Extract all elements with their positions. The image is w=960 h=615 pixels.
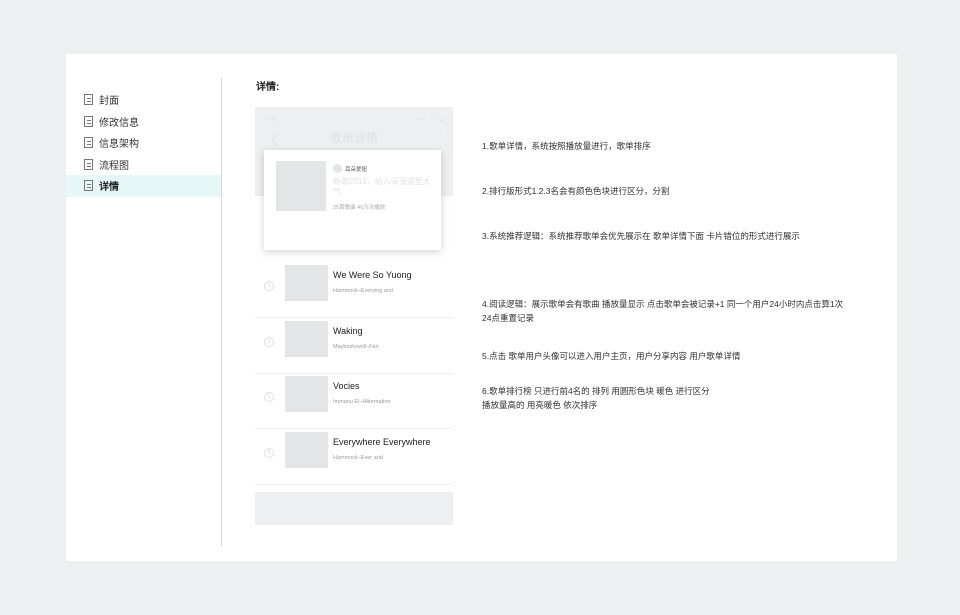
sidebar-item-label: 封面 [99, 96, 119, 108]
song-row[interactable]: 3 Vocies Immanu El–Hibernation [255, 374, 453, 429]
status-icons: ▪▪▪ ◠ ▬ [417, 117, 445, 123]
song-artist: Immanu El–Hibernation [333, 399, 391, 405]
note-line: 1.歌单详情，系统按照播放量进行，歌单排序 [482, 141, 651, 151]
song-cover [285, 265, 328, 301]
document-icon [84, 137, 93, 149]
phone-title: 歌单详情 [329, 131, 378, 145]
song-name: Waking [333, 326, 363, 336]
note-item: 3.系统推荐逻辑：系统推荐歌单会优先展示在 歌单详情下面 卡片错位的形式进行展示 [482, 230, 882, 244]
sidebar-item-label: 信息架构 [99, 139, 139, 151]
note-item: 4.阅读逻辑：展示歌单会有歌曲 播放量显示 点击歌单会被记录+1 同一个用户24… [482, 298, 882, 325]
note-line: 4.阅读逻辑：展示歌单会有歌曲 播放量显示 点击歌单会被记录+1 同一个用户24… [482, 299, 844, 309]
playlist-description: 新歌2019，给入深漫浪里大气 [333, 177, 431, 196]
rank-badge: 2 [264, 337, 274, 347]
song-name: Everywhere Everywhere [333, 437, 431, 447]
song-row[interactable]: 2 Waking Maybeshewill–Fair [255, 319, 453, 374]
playlist-cover [276, 161, 326, 211]
song-cover [285, 376, 328, 412]
sidebar-item-label: 流程图 [99, 160, 129, 172]
song-artist: Hammock–Ever and [333, 455, 383, 461]
song-row[interactable]: 4 Everywhere Everywhere Hammock–Ever and [255, 430, 453, 485]
note-item: 2.排行版形式1.2.3名会有颜色色块进行区分，分割 [482, 185, 882, 199]
note-item: 5.点击 歌单用户头像可以进入用户主页，用户分享内容 用户歌单详情 [482, 350, 882, 364]
phone-footer-placeholder [255, 492, 453, 525]
sidebar-item-flowchart[interactable]: 流程图 [66, 154, 221, 176]
document-icon [84, 180, 93, 192]
song-artist: Maybeshewill–Fair [333, 344, 379, 350]
playlist-stats: 25首歌曲 46万次播放 [333, 205, 386, 211]
rank-badge: 4 [264, 448, 274, 458]
sidebar-item-label: 修改信息 [99, 117, 139, 129]
document-icon [84, 158, 93, 170]
sidebar-item-cover[interactable]: 封面 [66, 89, 221, 111]
sidebar-item-label: 详情 [99, 182, 119, 194]
song-cover [285, 321, 328, 357]
sidebar-divider [221, 78, 222, 546]
song-cover [285, 432, 328, 468]
section-title: 详情: [256, 82, 280, 93]
sidebar-item-details[interactable]: 详情 [66, 175, 221, 197]
note-line: 5.点击 歌单用户头像可以进入用户主页，用户分享内容 用户歌单详情 [482, 351, 741, 361]
note-line: 24点重置记录 [482, 312, 534, 323]
sidebar: 封面 修改信息 信息架构 流程图 详情 [66, 54, 221, 561]
rank-badge: 1 [264, 281, 274, 291]
status-time: 9:41 [265, 116, 279, 123]
more-icon[interactable]: ··· [433, 129, 443, 140]
sidebar-item-info-architecture[interactable]: 信息架构 [66, 132, 221, 154]
note-item: 1.歌单详情，系统按照播放量进行，歌单排序 [482, 140, 882, 154]
sidebar-nav: 封面 修改信息 信息架构 流程图 详情 [66, 89, 221, 197]
sidebar-item-edit-info[interactable]: 修改信息 [66, 111, 221, 133]
rank-badge: 3 [264, 392, 274, 402]
note-line: 播放量高的 用亮暖色 依次排序 [482, 399, 598, 410]
content-card: 封面 修改信息 信息架构 流程图 详情 详情: 9:41 ▪▪▪ ◠ ▬ 〈 歌… [66, 54, 897, 561]
song-row[interactable]: 1 We Were So Yuong Hammock–Everying and [255, 263, 453, 318]
playlist-username: 耳朵爱妞 [345, 167, 368, 173]
note-line: 3.系统推荐逻辑：系统推荐歌单会优先展示在 歌单详情下面 卡片错位的形式进行展示 [482, 231, 800, 241]
song-artist: Hammock–Everying and [333, 288, 393, 294]
song-name: We Were So Yuong [333, 270, 412, 280]
note-line: 2.排行版形式1.2.3名会有颜色色块进行区分，分割 [482, 186, 670, 196]
document-icon [84, 115, 93, 127]
song-name: Vocies [333, 381, 360, 391]
note-item: 6.歌单排行榜 只进行前4名的 排列 用圆形色块 暖色 进行区分 播放量高的 用… [482, 385, 882, 412]
document-icon [84, 94, 93, 106]
user-avatar[interactable] [333, 164, 342, 173]
note-line: 6.歌单排行榜 只进行前4名的 排列 用圆形色块 暖色 进行区分 [482, 386, 710, 396]
playlist-info-card[interactable]: 耳朵爱妞 新歌2019，给入深漫浪里大气 25首歌曲 46万次播放 [264, 150, 441, 250]
